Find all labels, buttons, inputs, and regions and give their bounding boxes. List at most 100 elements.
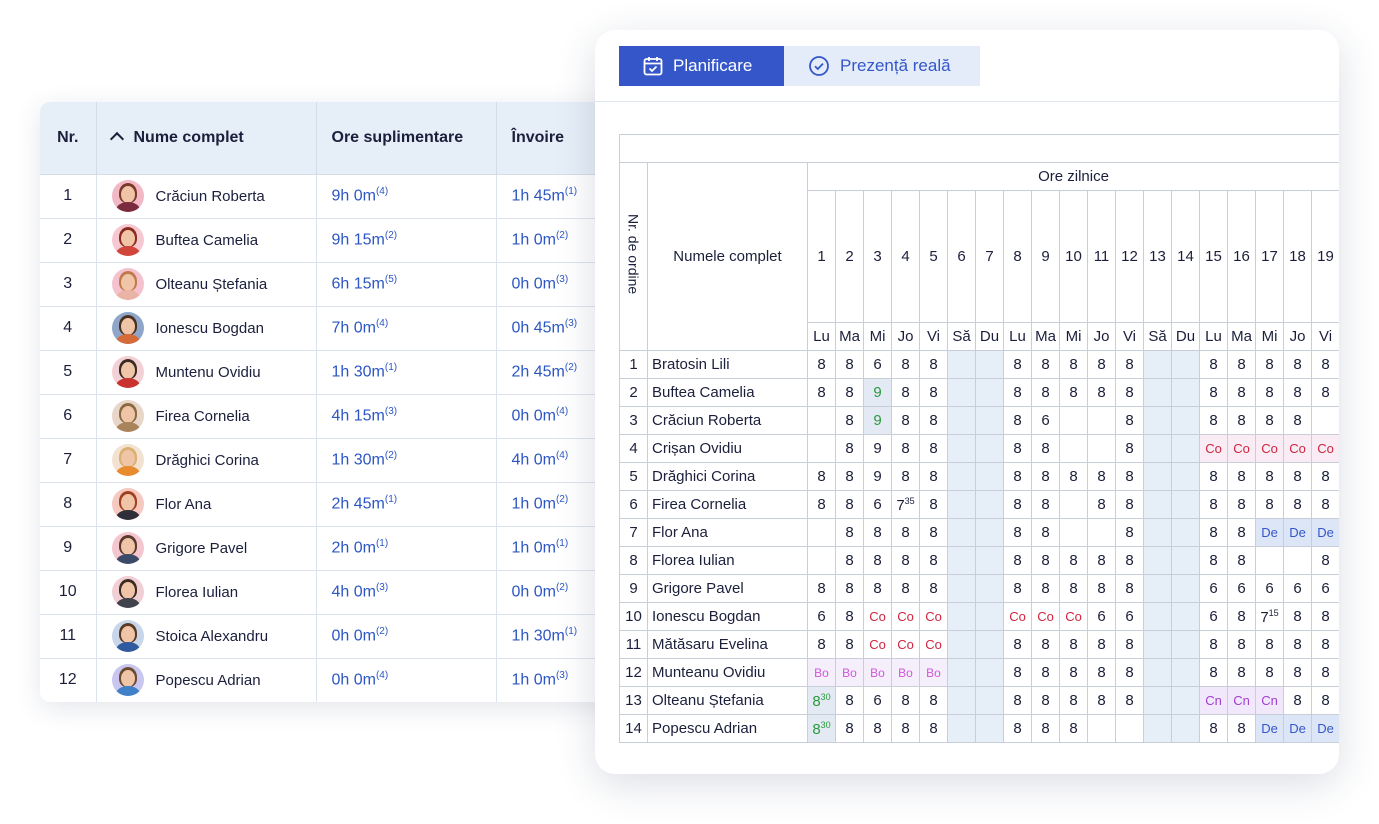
day-cell[interactable] (947, 462, 976, 491)
table-row[interactable]: 4 Ionescu Bogdan 7h 0m(4) 0h 45m(3) (40, 306, 640, 351)
overtime-cell[interactable]: 7h 0m(4) (316, 306, 497, 351)
day-cell[interactable] (1171, 406, 1200, 435)
day-cell[interactable]: 8 (891, 546, 920, 575)
day-cell[interactable] (1059, 518, 1088, 547)
day-cell[interactable]: 8 (1115, 378, 1144, 407)
day-cell[interactable] (1171, 714, 1200, 743)
day-cell[interactable]: 6 (1283, 574, 1312, 603)
schedule-row[interactable]: 4 Crișan Ovidiu 8 9 8 8 8 8 8 Co Co Co Co Co (619, 434, 1339, 463)
schedule-row[interactable]: 14 Popescu Adrian 830 8 8 8 8 8 8 8 8 8 De De De (619, 714, 1339, 743)
day-cell[interactable] (975, 574, 1004, 603)
day-cell[interactable]: De (1255, 518, 1284, 547)
day-cell[interactable]: 8 (863, 546, 892, 575)
overtime-cell[interactable]: 1h 30m(2) (316, 438, 497, 483)
day-cell[interactable]: 8 (1227, 350, 1256, 379)
day-cell[interactable]: 8 (1059, 574, 1088, 603)
row-name-cell[interactable]: Firea Cornelia (96, 394, 317, 439)
day-cell[interactable]: 8 (835, 630, 864, 659)
day-cell[interactable] (1143, 714, 1172, 743)
day-cell[interactable] (975, 490, 1004, 519)
day-cell[interactable]: Cn (1255, 686, 1284, 715)
day-cell[interactable]: 8 (1003, 630, 1032, 659)
day-cell[interactable]: 8 (1087, 350, 1116, 379)
employee-name[interactable]: Crișan Ovidiu (647, 434, 808, 463)
day-cell[interactable]: 8 (1199, 406, 1228, 435)
day-cell[interactable]: 8 (1227, 490, 1256, 519)
day-cell[interactable] (947, 658, 976, 687)
day-cell[interactable]: 8 (1031, 686, 1060, 715)
day-cell[interactable] (1171, 602, 1200, 631)
day-cell[interactable]: 8 (1115, 546, 1144, 575)
day-cell[interactable]: 8 (1003, 714, 1032, 743)
day-cell[interactable]: 8 (1283, 350, 1312, 379)
day-cell[interactable] (807, 406, 836, 435)
row-name-cell[interactable]: Buftea Camelia (96, 218, 317, 263)
day-cell[interactable]: 8 (919, 714, 948, 743)
day-cell[interactable] (1143, 686, 1172, 715)
day-cell[interactable]: 8 (807, 630, 836, 659)
day-cell[interactable]: 8 (1115, 574, 1144, 603)
employee-name[interactable]: Firea Cornelia (647, 490, 808, 519)
row-name-cell[interactable]: Stoica Alexandru (96, 614, 317, 659)
day-cell[interactable] (1171, 630, 1200, 659)
overtime-cell[interactable]: 6h 15m(5) (316, 262, 497, 307)
day-cell[interactable] (1059, 490, 1088, 519)
day-cell[interactable]: 8 (1003, 378, 1032, 407)
day-cell[interactable] (1143, 602, 1172, 631)
day-cell[interactable]: De (1283, 518, 1312, 547)
day-cell[interactable] (807, 546, 836, 575)
day-cell[interactable]: 8 (1310, 602, 1339, 631)
day-cell[interactable] (1087, 714, 1116, 743)
day-cell[interactable]: 8 (1227, 714, 1256, 743)
day-cell[interactable]: 8 (1003, 406, 1032, 435)
table-row[interactable]: 10 Florea Iulian 4h 0m(3) 0h 0m(2) (40, 570, 640, 615)
employee-name[interactable]: Bratosin Lili (647, 350, 808, 379)
day-cell[interactable]: 8 (1115, 490, 1144, 519)
day-cell[interactable]: 8 (1031, 518, 1060, 547)
day-cell[interactable]: 8 (919, 350, 948, 379)
day-cell[interactable]: 9 (863, 406, 892, 435)
day-cell[interactable]: 8 (1115, 462, 1144, 491)
chevron-up-icon[interactable] (109, 131, 124, 146)
day-cell[interactable] (947, 406, 976, 435)
day-cell[interactable]: 8 (1059, 658, 1088, 687)
day-cell[interactable]: 8 (1227, 406, 1256, 435)
day-cell[interactable]: Co (863, 602, 892, 631)
day-cell[interactable]: 8 (1255, 350, 1284, 379)
employee-name[interactable]: Buftea Camelia (647, 378, 808, 407)
row-name-cell[interactable]: Grigore Pavel (96, 526, 317, 571)
day-cell[interactable]: Bo (919, 658, 948, 687)
day-cell[interactable] (975, 518, 1004, 547)
day-cell[interactable]: Co (891, 630, 920, 659)
tab-attendance[interactable]: Prezență reală (784, 46, 980, 86)
day-cell[interactable]: Bo (807, 658, 836, 687)
day-cell[interactable]: 9 (863, 378, 892, 407)
day-cell[interactable]: 8 (1115, 630, 1144, 659)
schedule-row[interactable]: 6 Firea Cornelia 8 8 6 735 8 8 8 8 8 8 8 8 8 8 (619, 490, 1339, 519)
day-cell[interactable] (947, 714, 976, 743)
day-cell[interactable]: 8 (1310, 350, 1339, 379)
day-cell[interactable]: 8 (1059, 714, 1088, 743)
overtime-cell[interactable]: 4h 15m(3) (316, 394, 497, 439)
day-cell[interactable]: Bo (835, 658, 864, 687)
employee-name[interactable]: Munteanu Ovidiu (647, 658, 808, 687)
day-cell[interactable]: 9 (863, 434, 892, 463)
day-cell[interactable] (1143, 406, 1172, 435)
day-cell[interactable] (1059, 434, 1088, 463)
day-cell[interactable]: 8 (835, 350, 864, 379)
day-cell[interactable]: 8 (835, 574, 864, 603)
day-cell[interactable]: 8 (1227, 658, 1256, 687)
day-cell[interactable]: Bo (891, 658, 920, 687)
day-cell[interactable]: 8 (1199, 714, 1228, 743)
day-cell[interactable]: 8 (1003, 518, 1032, 547)
schedule-row[interactable]: 5 Drăghici Corina 8 8 9 8 8 8 8 8 8 8 8 8 8 8 8 (619, 462, 1339, 491)
table-row[interactable]: 2 Buftea Camelia 9h 15m(2) 1h 0m(2) (40, 218, 640, 263)
day-cell[interactable]: 8 (1227, 602, 1256, 631)
day-cell[interactable]: 9 (863, 462, 892, 491)
day-cell[interactable]: 8 (1283, 490, 1312, 519)
day-cell[interactable] (975, 630, 1004, 659)
day-cell[interactable]: 8 (1227, 630, 1256, 659)
day-cell[interactable]: 8 (1255, 462, 1284, 491)
day-cell[interactable]: 8 (835, 686, 864, 715)
day-cell[interactable] (975, 462, 1004, 491)
